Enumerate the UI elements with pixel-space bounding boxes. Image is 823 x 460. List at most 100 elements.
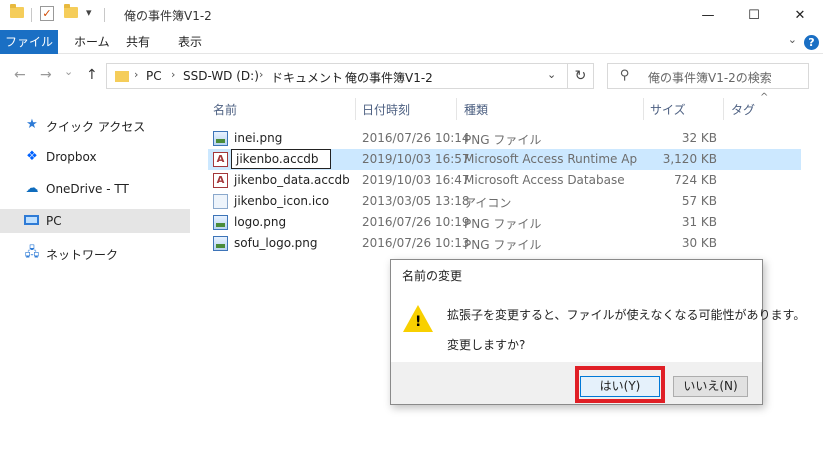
png-file-icon	[213, 236, 228, 251]
file-date: 2016/07/26 10:19	[362, 215, 470, 229]
up-button[interactable]: ↑	[86, 67, 98, 83]
file-row[interactable]: sofu_logo.png 2016/07/26 10:13 PNG ファイル …	[208, 233, 801, 254]
breadcrumb-drive[interactable]: SSD-WD (D:)	[183, 69, 259, 83]
recent-locations-button[interactable]: ⌄	[64, 65, 73, 78]
forward-button[interactable]: →	[40, 67, 52, 83]
column-header-row: 名前 日付時刻 種類 サイズ タグ	[0, 98, 823, 120]
search-input[interactable]: ⚲ 俺の事件簿V1-2の検索	[607, 63, 809, 89]
dropbox-icon: ❖	[26, 149, 38, 164]
cloud-icon: ☁	[25, 181, 39, 196]
sidebar-item-network[interactable]: 🖧 ネットワーク	[0, 241, 190, 265]
pc-icon	[24, 214, 40, 228]
file-size: 3,120 KB	[662, 152, 717, 166]
sidebar-item-pc[interactable]: PC	[0, 209, 190, 233]
folder-icon	[115, 71, 129, 82]
sidebar-item-label: Dropbox	[46, 150, 97, 164]
dialog-title: 名前の変更	[402, 269, 463, 283]
file-type: Microsoft Access Runtime App...	[464, 152, 638, 166]
ico-file-icon	[213, 194, 228, 209]
network-icon: 🖧	[24, 245, 40, 260]
ribbon-expand-icon[interactable]: ⌄	[788, 33, 797, 46]
close-button[interactable]: ✕	[777, 0, 823, 30]
window-title: 俺の事件簿V1-2	[124, 9, 212, 23]
file-type: PNG ファイル	[464, 133, 542, 147]
quick-access-dropdown-icon[interactable]: ▾	[86, 6, 92, 19]
file-name: inei.png	[234, 131, 283, 145]
address-dropdown-icon[interactable]: ⌄	[547, 68, 556, 81]
highlight-box	[575, 366, 665, 403]
minimize-button[interactable]: —	[685, 0, 731, 30]
file-size: 724 KB	[674, 173, 717, 187]
rename-value: jikenbo.accdb	[236, 152, 319, 166]
column-header-tag[interactable]: タグ	[731, 101, 755, 118]
breadcrumb-separator[interactable]: ›	[134, 68, 138, 81]
file-row-selected[interactable]: A jikenbo.accdb 2019/10/03 16:57 Microso…	[208, 149, 801, 170]
back-button[interactable]: ←	[14, 67, 26, 83]
file-date: 2019/10/03 16:47	[362, 173, 470, 187]
separator	[104, 8, 105, 22]
refresh-button[interactable]: ↻	[568, 63, 594, 89]
file-date: 2019/10/03 16:57	[362, 152, 470, 166]
file-name: jikenbo_data.accdb	[234, 173, 350, 187]
column-divider[interactable]	[456, 98, 457, 120]
file-size: 32 KB	[681, 131, 717, 145]
title-bar: ✓ ▾ 俺の事件簿V1-2 — ☐ ✕	[0, 0, 823, 30]
navigation-pane: ★ クイック アクセス ❖ Dropbox ☁ OneDrive - TT PC…	[0, 100, 192, 460]
column-header-date[interactable]: 日付時刻	[362, 101, 410, 118]
file-size: 31 KB	[681, 215, 717, 229]
file-type: PNG ファイル	[464, 238, 542, 252]
search-icon: ⚲	[620, 68, 630, 83]
sidebar-item-onedrive[interactable]: ☁ OneDrive - TT	[0, 177, 190, 201]
breadcrumb-separator[interactable]: ›	[259, 68, 263, 81]
file-date: 2016/07/26 10:13	[362, 236, 470, 250]
sidebar-item-label: PC	[46, 214, 62, 228]
access-file-icon: A	[213, 173, 228, 188]
file-row[interactable]: jikenbo_icon.ico 2013/03/05 13:18 アイコン 5…	[208, 191, 801, 212]
search-placeholder: 俺の事件簿V1-2の検索	[648, 71, 772, 85]
address-bar[interactable]: › PC › SSD-WD (D:) › ドキュメント › 俺の事件簿V1-2 …	[106, 63, 568, 89]
warning-exclamation: !	[415, 314, 422, 330]
tab-view[interactable]: 表示	[168, 30, 212, 54]
file-date: 2016/07/26 10:14	[362, 131, 470, 145]
sidebar-item-dropbox[interactable]: ❖ Dropbox	[0, 145, 190, 169]
file-date: 2013/03/05 13:18	[362, 194, 470, 208]
tab-share[interactable]: 共有	[116, 30, 160, 54]
dialog-question: 変更しますか?	[447, 338, 526, 352]
dialog-message: 拡張子を変更すると、ファイルが使えなくなる可能性があります。	[447, 308, 806, 322]
properties-icon[interactable]: ✓	[40, 6, 54, 21]
column-divider[interactable]	[643, 98, 644, 120]
breadcrumb-current-folder[interactable]: 俺の事件簿V1-2	[345, 69, 433, 86]
column-header-name[interactable]: 名前	[213, 101, 237, 118]
rename-input[interactable]: jikenbo.accdb	[231, 149, 331, 169]
file-size: 57 KB	[681, 194, 717, 208]
maximize-button[interactable]: ☐	[731, 0, 777, 30]
separator	[31, 8, 32, 22]
column-header-size[interactable]: サイズ	[650, 101, 686, 118]
dialog-title-bar[interactable]: 名前の変更	[391, 260, 762, 288]
file-row[interactable]: A jikenbo_data.accdb 2019/10/03 16:47 Mi…	[208, 170, 801, 191]
sidebar-item-label: OneDrive - TT	[46, 182, 129, 196]
dialog-body: ! 拡張子を変更すると、ファイルが使えなくなる可能性があります。 変更しますか?	[391, 288, 805, 362]
column-header-type[interactable]: 種類	[464, 101, 488, 118]
tab-file[interactable]: ファイル	[0, 30, 58, 54]
star-icon: ★	[26, 117, 38, 132]
column-divider[interactable]	[355, 98, 356, 120]
file-type: アイコン	[464, 196, 512, 210]
file-name: sofu_logo.png	[234, 236, 318, 250]
breadcrumb-separator[interactable]: ›	[171, 68, 175, 81]
tab-home[interactable]: ホーム	[64, 30, 120, 54]
new-folder-icon[interactable]	[64, 4, 78, 18]
help-icon[interactable]: ?	[804, 35, 819, 50]
breadcrumb-pc[interactable]: PC	[146, 69, 162, 83]
file-row[interactable]: inei.png 2016/07/26 10:14 PNG ファイル 32 KB	[208, 128, 801, 149]
file-name: jikenbo_icon.ico	[234, 194, 330, 208]
no-button[interactable]: いいえ(N)	[673, 376, 748, 397]
file-type: PNG ファイル	[464, 217, 542, 231]
breadcrumb-separator[interactable]: ›	[333, 68, 337, 81]
folder-icon	[10, 4, 24, 18]
file-row[interactable]: logo.png 2016/07/26 10:19 PNG ファイル 31 KB	[208, 212, 801, 233]
column-divider[interactable]	[723, 98, 724, 120]
file-name: logo.png	[234, 215, 287, 229]
sidebar-item-label: クイック アクセス	[46, 120, 146, 134]
access-file-icon: A	[213, 152, 228, 167]
